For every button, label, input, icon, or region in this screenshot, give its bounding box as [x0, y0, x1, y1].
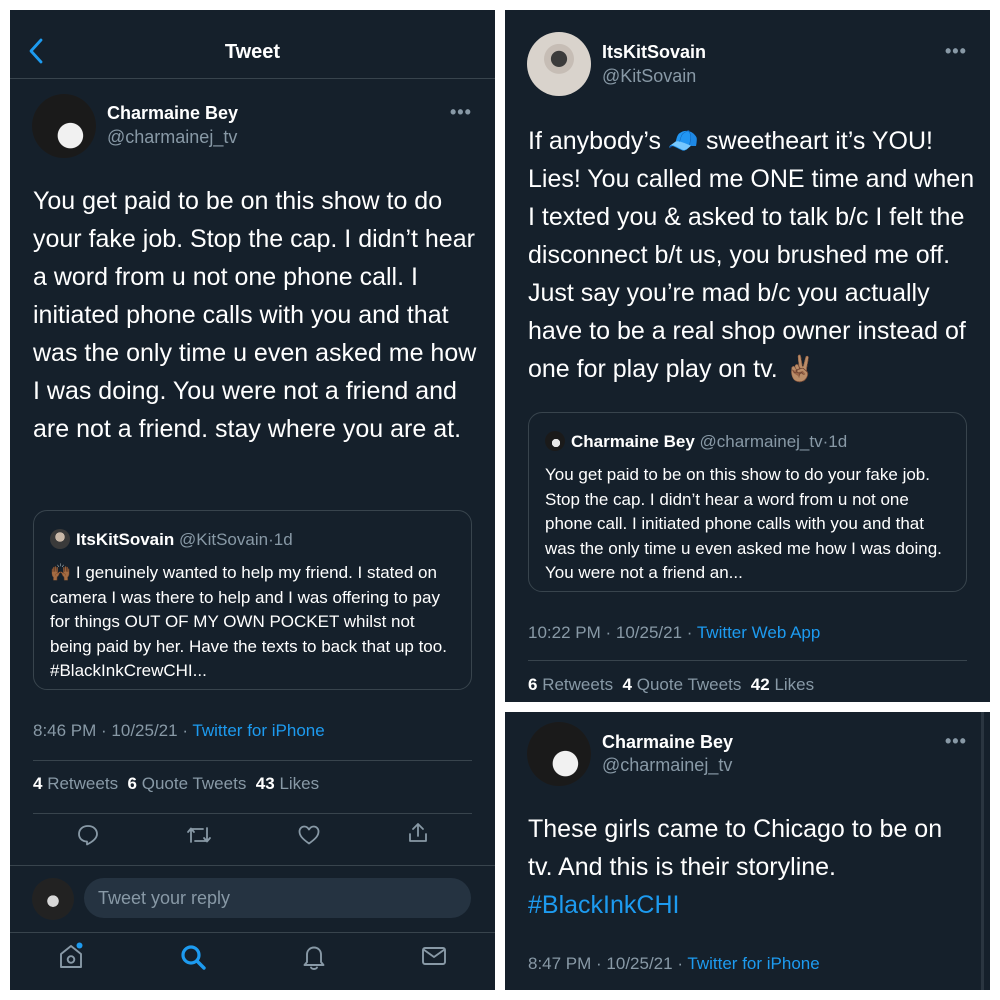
author-handle[interactable]: @charmainej_tv: [107, 127, 237, 148]
tab-bar-divider: [10, 932, 495, 933]
tweet-timestamp-row: 8:47 PM · 10/25/21 · Twitter for iPhone: [528, 954, 820, 974]
messages-icon[interactable]: [421, 945, 447, 972]
quoted-tweet-header: Charmaine Bey @charmainej_tv·1d: [545, 431, 847, 452]
quoted-avatar: [50, 529, 70, 549]
quoted-author-name: Charmaine Bey: [571, 432, 695, 451]
quoted-author-handle: @KitSovain: [178, 530, 269, 549]
quoted-author-handle: @charmainej_tv: [699, 432, 823, 451]
retweets-stat[interactable]: 6 Retweets: [528, 675, 613, 694]
cap-emoji: 🧢: [667, 127, 700, 155]
retweet-icon[interactable]: [186, 823, 212, 852]
user-avatar[interactable]: [32, 878, 74, 920]
more-options-icon[interactable]: •••: [945, 41, 967, 62]
page-title: Tweet: [224, 41, 281, 63]
avatar[interactable]: [32, 94, 96, 158]
quote-tweet-panel: ItsKitSovain @KitSovain ••• If anybody’s…: [505, 10, 990, 702]
likes-stat[interactable]: 42 Likes: [751, 675, 814, 694]
author-handle[interactable]: @KitSovain: [602, 66, 696, 87]
search-icon[interactable]: [179, 943, 207, 976]
divider: [528, 660, 967, 661]
quoted-tweet-text: 🙌🏾 I genuinely wanted to help my friend.…: [50, 561, 460, 684]
author-name[interactable]: ItsKitSovain: [602, 42, 706, 63]
source-link[interactable]: Twitter for iPhone: [687, 954, 819, 973]
quoted-tweet[interactable]: Charmaine Bey @charmainej_tv·1d You get …: [528, 412, 967, 592]
author-name[interactable]: Charmaine Bey: [107, 103, 238, 124]
hashtag-link[interactable]: #BlackInkCHI: [528, 891, 679, 919]
quoted-tweet-text: You get paid to be on this show to do yo…: [545, 465, 942, 582]
header-divider: [10, 78, 495, 79]
home-icon[interactable]: [58, 942, 84, 975]
quoted-author-name: ItsKitSovain: [76, 530, 175, 549]
engagement-stats: 4 Retweets 6 Quote Tweets 43 Likes: [33, 774, 319, 794]
tweet-body-text: If anybody’s: [528, 127, 661, 155]
tweet-body-text: sweetheart it’s YOU! Lies! You called me…: [528, 127, 975, 383]
raising-hands-emoji: 🙌🏾: [50, 563, 72, 582]
author-handle[interactable]: @charmainej_tv: [602, 755, 732, 776]
tweet-body: If anybody’s 🧢 sweetheart it’s YOU! Lies…: [528, 122, 978, 388]
tweet-body: These girls came to Chicago to be on tv.…: [528, 810, 968, 924]
more-options-icon[interactable]: •••: [945, 731, 967, 752]
timestamp: 10:22 PM · 10/25/21 ·: [528, 623, 697, 642]
source-link[interactable]: Twitter for iPhone: [192, 721, 324, 740]
quoted-age: 1d: [828, 432, 848, 451]
tweet-body: You get paid to be on this show to do yo…: [33, 187, 477, 443]
source-link[interactable]: Twitter Web App: [697, 623, 820, 642]
reply-icon[interactable]: [76, 823, 100, 852]
avatar[interactable]: [527, 32, 591, 96]
quoted-tweet[interactable]: ItsKitSovain @KitSovain·1d 🙌🏾 I genuinel…: [33, 510, 472, 690]
tweet-timestamp-row: 8:46 PM · 10/25/21 · Twitter for iPhone: [33, 721, 325, 741]
notifications-icon[interactable]: [301, 943, 327, 976]
tweet-timestamp-row: 10:22 PM · 10/25/21 · Twitter Web App: [528, 623, 820, 643]
timestamp: 8:46 PM · 10/25/21 ·: [33, 721, 193, 740]
tweet-body-text: These girls came to Chicago to be on tv.…: [528, 815, 943, 881]
reply-tweet-panel: Charmaine Bey @charmainej_tv ••• These g…: [505, 712, 990, 990]
timestamp: 8:47 PM · 10/25/21 ·: [528, 954, 688, 973]
share-icon[interactable]: [406, 821, 430, 850]
divider: [33, 760, 472, 761]
retweets-stat[interactable]: 4 Retweets: [33, 774, 118, 793]
like-icon[interactable]: [297, 823, 321, 852]
scrollbar[interactable]: [981, 712, 984, 990]
divider: [10, 865, 495, 866]
author-name[interactable]: Charmaine Bey: [602, 732, 733, 753]
avatar[interactable]: [527, 722, 591, 786]
tweet-detail-panel: Tweet Charmaine Bey @charmainej_tv ••• Y…: [10, 10, 495, 990]
likes-stat[interactable]: 43 Likes: [256, 774, 319, 793]
more-options-icon[interactable]: •••: [450, 102, 472, 123]
reply-input[interactable]: Tweet your reply: [84, 878, 471, 918]
quote-tweets-stat[interactable]: 4 Quote Tweets: [623, 675, 742, 694]
quoted-tweet-body: I genuinely wanted to help my friend. I …: [50, 563, 447, 680]
divider: [33, 813, 472, 814]
quoted-age: 1d: [273, 530, 293, 549]
engagement-stats: 6 Retweets 4 Quote Tweets 42 Likes: [528, 675, 814, 695]
quote-tweets-stat[interactable]: 6 Quote Tweets: [128, 774, 247, 793]
quoted-avatar: [545, 431, 565, 451]
quoted-tweet-header: ItsKitSovain @KitSovain·1d: [50, 529, 293, 550]
